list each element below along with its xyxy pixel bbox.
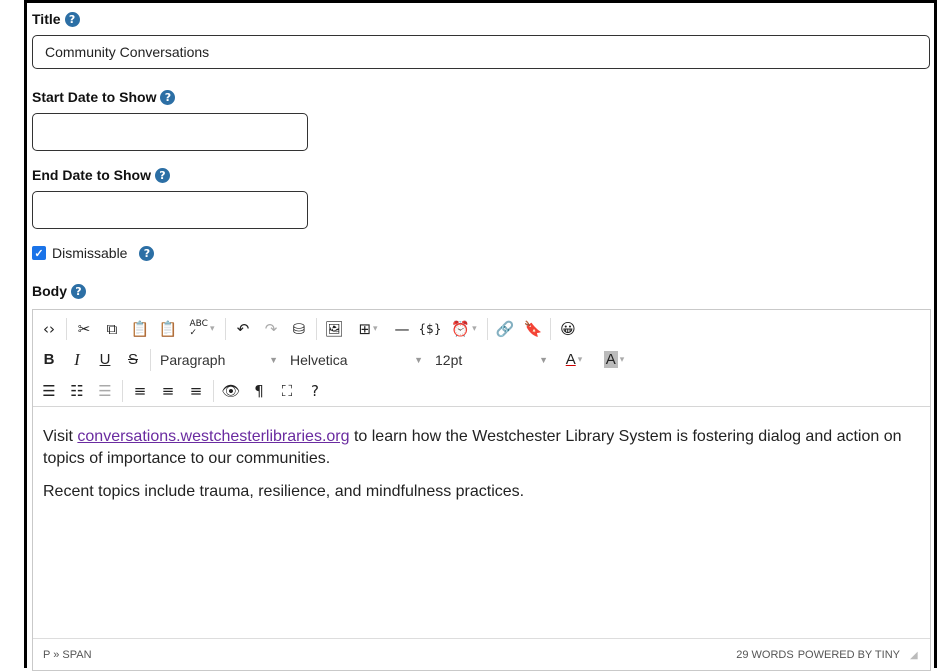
rich-text-editor: ‹› ✂ ⧉ 📋 📋 ABC✓▾ ↶ ↷ ⛁ 🖼 ⊞▾ — {$} ⏰▾ 🔗 � — [32, 309, 931, 671]
chevron-down-icon: ▼ — [539, 354, 548, 365]
end-date-input[interactable] — [32, 191, 308, 229]
table-icon[interactable]: ⊞ ▾ — [348, 315, 388, 343]
find-replace-icon[interactable]: ⛁ — [285, 315, 313, 343]
powered-by-link[interactable]: POWERED BY TINY — [798, 649, 900, 661]
paragraph-marks-icon[interactable]: ¶ — [245, 377, 273, 405]
redo-icon[interactable]: ↷ — [257, 315, 285, 343]
chevron-down-icon: ▼ — [269, 354, 278, 365]
text-color-label: A — [565, 351, 576, 368]
word-count: 29 WORDS — [736, 648, 794, 661]
body-label: Body — [32, 283, 67, 299]
toolbar-divider — [66, 317, 67, 340]
background-color-label: A — [603, 351, 618, 368]
paragraph-text: Visit — [43, 428, 78, 445]
toolbar-divider — [487, 317, 488, 340]
text-color-button[interactable]: A ▾ — [554, 346, 594, 374]
insert-datetime-icon[interactable]: ⏰ ▾ — [444, 315, 484, 343]
bullet-list-icon[interactable]: ☷ — [63, 377, 91, 405]
content-paragraph-1: Visit conversations.westchesterlibraries… — [43, 426, 920, 470]
end-date-label-row: End Date to Show ? — [32, 167, 170, 183]
background-color-button[interactable]: A ▾ — [594, 346, 634, 374]
chevron-down-icon: ▼ — [414, 354, 423, 365]
help-icon[interactable]: ? — [139, 245, 155, 261]
body-label-row: Body ? — [32, 283, 86, 299]
copy-icon[interactable]: ⧉ — [98, 315, 126, 343]
toolbar-row-1: ‹› ✂ ⧉ 📋 📋 ABC✓▾ ↶ ↷ ⛁ 🖼 ⊞▾ — {$} ⏰▾ 🔗 � — [35, 313, 930, 344]
dismissable-checkbox[interactable]: ✓ — [32, 246, 46, 260]
toolbar-divider — [225, 317, 226, 340]
start-date-label-row: Start Date to Show ? — [32, 89, 176, 105]
cut-icon[interactable]: ✂ — [70, 315, 98, 343]
form-panel: Title ? Start Date to Show ? End Date to… — [24, 0, 937, 671]
italic-button[interactable]: I — [63, 346, 91, 374]
bookmark-icon[interactable]: 🔖 — [519, 315, 547, 343]
font-family-value: Helvetica — [290, 351, 348, 368]
font-size-value: 12pt — [435, 351, 463, 368]
resize-handle-icon[interactable]: ◢ — [910, 650, 920, 661]
toolbar-divider — [316, 317, 317, 340]
paste-text-icon[interactable]: 📋 — [154, 315, 182, 343]
link-icon[interactable]: 🔗 — [491, 315, 519, 343]
font-family-select[interactable]: Helvetica ▼ — [284, 346, 429, 374]
emoticons-icon[interactable]: 😀 — [554, 315, 582, 343]
horizontal-rule-icon[interactable]: — — [388, 315, 416, 343]
toolbar-divider — [550, 317, 551, 340]
underline-button[interactable]: U — [91, 346, 119, 374]
start-date-input[interactable] — [32, 113, 308, 151]
block-format-value: Paragraph — [160, 351, 226, 368]
fullscreen-icon[interactable]: ⛶ — [273, 377, 301, 405]
title-label-row: Title ? — [32, 11, 80, 27]
align-center-icon[interactable]: ≡ — [154, 377, 182, 405]
source-code-icon[interactable]: ‹› — [35, 315, 63, 343]
toolbar-divider — [213, 379, 214, 402]
font-size-select[interactable]: 12pt ▼ — [429, 346, 554, 374]
title-label: Title — [32, 11, 61, 27]
toolbar-divider — [122, 379, 123, 402]
spellcheck-icon[interactable]: ABC ✓ ▾ — [182, 315, 222, 343]
toolbar-row-3: ☰ ☷ ☰ ≡ ≡ ≡ 👁 ¶ ⛶ ? — [35, 375, 930, 406]
editor-toolbar: ‹› ✂ ⧉ 📋 📋 ABC✓▾ ↶ ↷ ⛁ 🖼 ⊞▾ — {$} ⏰▾ 🔗 � — [33, 310, 930, 407]
toolbar-divider — [150, 348, 151, 371]
element-path[interactable]: P » SPAN — [43, 649, 92, 661]
editor-content[interactable]: Visit conversations.westchesterlibraries… — [33, 418, 930, 634]
title-input[interactable] — [32, 35, 930, 69]
numbered-list-icon[interactable]: ☰ — [35, 377, 63, 405]
preview-eye-icon[interactable]: 👁 — [217, 377, 245, 405]
dismissable-label[interactable]: Dismissable — [52, 245, 127, 261]
start-date-label: Start Date to Show — [32, 89, 157, 105]
image-icon[interactable]: 🖼 — [320, 315, 348, 343]
help-icon[interactable]: ? — [71, 283, 86, 299]
indent-icon[interactable]: ☰ — [91, 377, 119, 405]
help-circle-icon[interactable]: ? — [301, 377, 329, 405]
dismissable-row: ✓ Dismissable ? — [32, 245, 155, 261]
help-icon[interactable]: ? — [160, 89, 176, 105]
conversations-link[interactable]: conversations.westchesterlibraries.org — [77, 428, 349, 445]
align-left-icon[interactable]: ≡ — [126, 377, 154, 405]
bold-button[interactable]: B — [35, 346, 63, 374]
paste-icon[interactable]: 📋 — [126, 315, 154, 343]
editor-statusbar: P » SPAN 29 WORDS POWERED BY TINY ◢ — [33, 638, 930, 670]
align-right-icon[interactable]: ≡ — [182, 377, 210, 405]
help-icon[interactable]: ? — [155, 167, 170, 183]
template-icon[interactable]: {$} — [416, 315, 444, 343]
statusbar-right: 29 WORDS POWERED BY TINY ◢ — [736, 649, 920, 661]
content-paragraph-2: Recent topics include trauma, resilience… — [43, 483, 525, 500]
undo-icon[interactable]: ↶ — [229, 315, 257, 343]
help-icon[interactable]: ? — [64, 11, 80, 27]
block-format-select[interactable]: Paragraph ▼ — [154, 346, 284, 374]
strikethrough-button[interactable]: S — [119, 346, 147, 374]
toolbar-row-2: B I U S Paragraph ▼ Helvetica ▼ 12pt ▼ A… — [35, 344, 930, 375]
end-date-label: End Date to Show — [32, 167, 151, 183]
